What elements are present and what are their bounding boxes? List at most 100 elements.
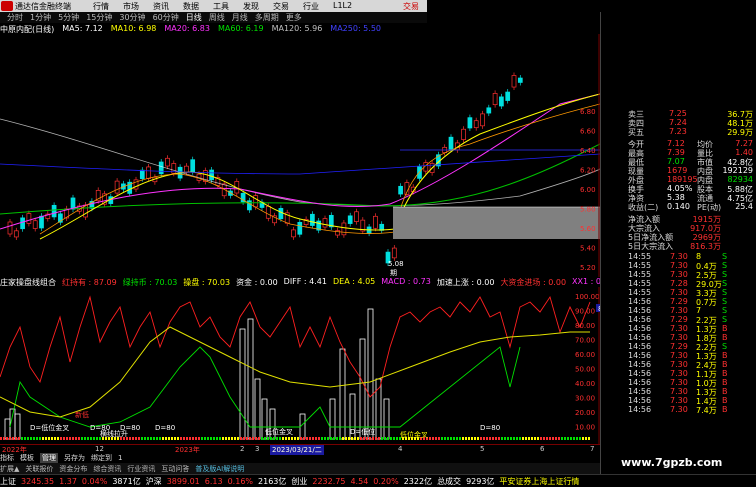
period-tab[interactable]: 分时	[7, 12, 23, 23]
signal-tick	[174, 437, 176, 440]
candlestick-chart[interactable]: 6.80 6.60 6.40 6.20 6.00 5.80 5.60 5.40 5.20 5.0…	[0, 34, 600, 277]
tab-template[interactable]: 模板	[20, 453, 34, 463]
indicator-value: 加速上涨 : 0.00	[436, 278, 495, 287]
menu-item-tools[interactable]: 工具	[213, 1, 229, 12]
tick-side: B	[722, 378, 728, 387]
candle-body	[310, 213, 315, 226]
tick-time: 14:56	[628, 378, 652, 387]
app-logo-icon	[1, 1, 13, 11]
tab-save-as[interactable]: 另存为	[64, 453, 85, 463]
signal-tick	[315, 437, 317, 440]
price-tick-label: 5.60	[580, 225, 596, 233]
indicator-chart[interactable]: 100.00 90.00 80.00 70.00 60.00 50.00 40.00 30.0…	[0, 287, 600, 444]
indicator-value: XX1 : 0.00	[572, 277, 600, 286]
menu-item-industry[interactable]: 行业	[303, 1, 319, 12]
tick-side: B	[722, 333, 728, 342]
operate-line	[0, 326, 590, 418]
trade-button[interactable]: 交易	[403, 1, 419, 12]
signal-tick	[264, 437, 266, 440]
tick-row: 14:55 7.30 2.5万 S	[601, 270, 756, 280]
quote-value: 7.39	[667, 148, 685, 157]
signal-tick	[54, 437, 56, 440]
signal-tick	[249, 437, 251, 440]
index-status-item: 3245.35	[21, 476, 55, 486]
signal-tick	[339, 437, 341, 440]
period-tab[interactable]: 5分钟	[58, 12, 79, 23]
signal-tick	[582, 437, 584, 440]
nav-ai-explain[interactable]: 普及版AI解说明	[195, 464, 244, 474]
menu-item-data[interactable]: 数据	[183, 1, 199, 12]
signal-tick	[393, 437, 395, 440]
signal-tick	[468, 437, 470, 440]
period-tab[interactable]: 多周期	[255, 12, 279, 23]
indicator-tick-label: 80.00	[575, 322, 595, 330]
candle-body	[13, 230, 19, 238]
signal-tick	[513, 437, 515, 440]
period-tab[interactable]: 15分钟	[86, 12, 112, 23]
signal-tick	[504, 437, 506, 440]
quote-label: 收益(二)	[628, 203, 659, 212]
signal-tick	[396, 437, 398, 440]
signal-tick	[21, 437, 23, 440]
period-tab-more[interactable]: 更多	[286, 12, 302, 23]
period-tab[interactable]: 30分钟	[119, 12, 145, 23]
signal-tick	[342, 437, 344, 440]
nav-related-quote[interactable]: 关联报价	[25, 464, 53, 474]
nav-expand[interactable]: 扩展▲	[0, 464, 19, 474]
tab-bind[interactable]: 绑定到	[91, 453, 112, 463]
quote-row: 今开 7.12 均价 7.27	[601, 139, 756, 149]
tick-time: 14:55	[628, 252, 652, 261]
date-tick: 3	[255, 445, 260, 453]
signal-tick	[282, 437, 284, 440]
signal-tick	[138, 437, 140, 440]
signal-tick	[462, 437, 464, 440]
tab-indicator[interactable]: 指标	[0, 453, 14, 463]
capital-bar	[359, 338, 366, 440]
tick-side: B	[722, 387, 728, 396]
indicator-value: MACD : 0.73	[381, 277, 431, 286]
capital-bar	[254, 378, 261, 440]
nav-qa[interactable]: 互动问答	[161, 464, 189, 474]
signal-tick	[237, 437, 239, 440]
signal-tick	[267, 437, 269, 440]
indicator-tick-label: 30.00	[575, 395, 595, 403]
period-tab-active[interactable]: 日线	[186, 12, 202, 23]
menu-item-l1l2[interactable]: L1L2	[333, 1, 352, 12]
menu-item-news[interactable]: 资讯	[153, 1, 169, 12]
signal-tick	[24, 437, 26, 440]
period-tab[interactable]: 月线	[232, 12, 248, 23]
price-tick-label: 6.80	[580, 108, 596, 116]
tick-row: 14:56 7.30 1.3万 B	[601, 351, 756, 361]
tick-time: 14:56	[628, 405, 652, 414]
tab-manage[interactable]: 管理	[40, 453, 58, 463]
index-status-item: 3899.01	[166, 476, 200, 486]
period-tab[interactable]: 60分钟	[153, 12, 179, 23]
signal-tick	[207, 437, 209, 440]
signal-tick	[234, 437, 236, 440]
nav-industry-news[interactable]: 行业资讯	[127, 464, 155, 474]
index-status-item: 4.54	[350, 476, 369, 486]
capital-bar	[329, 398, 336, 440]
fund-flow-row: 5日净流入额 2969万	[601, 232, 756, 242]
fund-flow-row: 5日大宗流入 816.3万	[601, 241, 756, 251]
signal-tick	[186, 437, 188, 440]
menu-item-market[interactable]: 市场	[123, 1, 139, 12]
nav-capital-distribution[interactable]: 资金分布	[59, 464, 87, 474]
signal-tick	[477, 437, 479, 440]
tick-price: 7.30	[670, 405, 688, 414]
tick-time: 14:56	[628, 360, 652, 369]
quote-value: 25.4	[735, 202, 753, 211]
menu-item-hq[interactable]: 行情	[93, 1, 109, 12]
main-menu: 行情 市场 资讯 数据 工具 发现 交易 行业 L1L2	[93, 1, 366, 12]
tab-number[interactable]: 1	[118, 454, 122, 462]
nav-comprehensive-news[interactable]: 综合资讯	[93, 464, 121, 474]
period-tab[interactable]: 1分钟	[30, 12, 51, 23]
tick-time: 14:56	[628, 342, 652, 351]
menu-item-trade[interactable]: 交易	[273, 1, 289, 12]
candle-body	[39, 215, 44, 229]
menu-item-discover[interactable]: 发现	[243, 1, 259, 12]
tick-side: S	[722, 288, 728, 297]
period-tab[interactable]: 周线	[209, 12, 225, 23]
signal-tick	[486, 437, 488, 440]
candle-body	[391, 247, 397, 259]
